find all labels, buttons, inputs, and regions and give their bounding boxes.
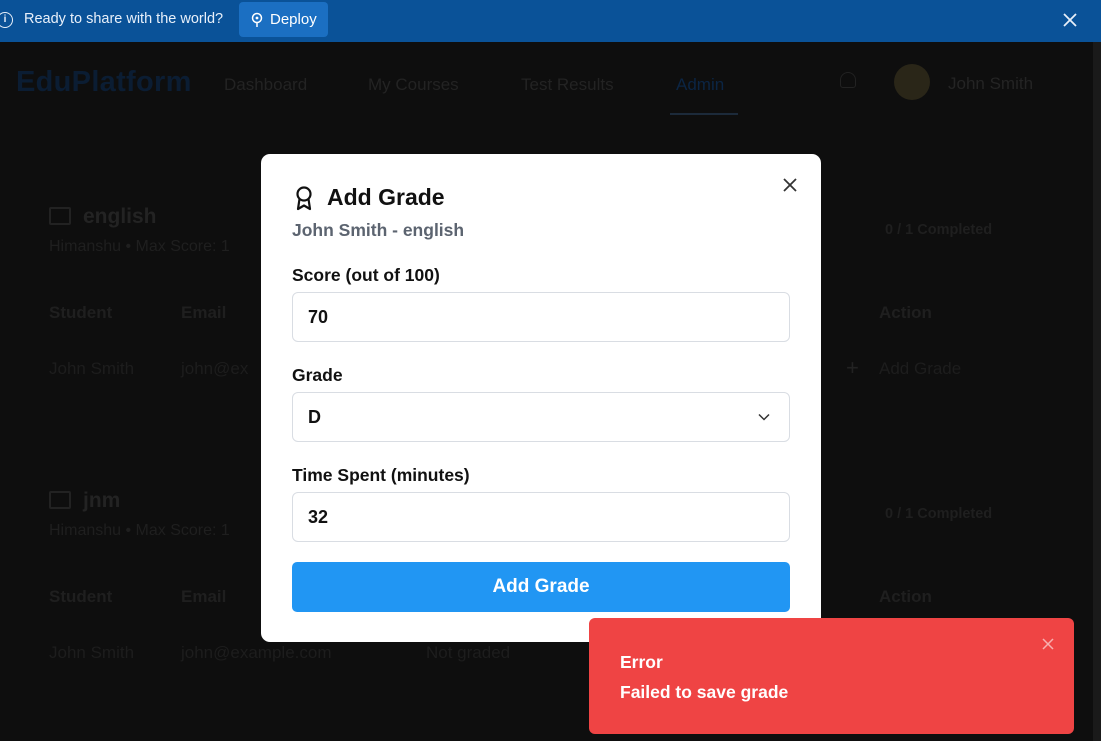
section-title: english [83, 205, 157, 228]
column-header-email: Email [181, 587, 227, 606]
bell-icon[interactable] [840, 72, 856, 88]
grade-status: Not graded [426, 643, 511, 662]
award-icon [296, 186, 312, 211]
column-header-student: Student [49, 303, 113, 322]
column-header-action: Action [879, 587, 932, 606]
student-email: john@example.com [181, 643, 332, 662]
add-grade-button[interactable]: Add Grade [292, 562, 790, 612]
deploy-banner: i Ready to share with the world? Deploy [0, 0, 1101, 42]
close-banner-icon[interactable] [1061, 11, 1079, 29]
toast-title: Error [620, 652, 663, 672]
nav-active-indicator [670, 113, 738, 115]
completed-count: 0 / 1 Completed [885, 506, 993, 522]
time-label: Time Spent (minutes) [292, 465, 470, 485]
close-icon[interactable] [781, 176, 799, 194]
banner-message: Ready to share with the world? [24, 11, 224, 27]
error-toast: Error Failed to save grade [589, 618, 1074, 734]
add-grade-dialog: Add Grade John Smith - english Score (ou… [261, 154, 821, 642]
score-input[interactable]: 70 [292, 292, 790, 342]
book-icon [49, 207, 71, 225]
student-email: john@ex [181, 359, 249, 378]
nav-admin[interactable]: Admin [676, 75, 724, 95]
user-name[interactable]: John Smith [948, 74, 1033, 94]
nav-test-results[interactable]: Test Results [521, 75, 614, 95]
app-logo[interactable]: EduPlatform [16, 66, 192, 99]
toast-message: Failed to save grade [620, 682, 789, 702]
column-header-email: Email [181, 303, 227, 322]
rocket-icon [251, 12, 263, 27]
time-value: 32 [308, 506, 329, 527]
deploy-label: Deploy [270, 11, 317, 28]
chevron-down-icon [758, 413, 770, 421]
dialog-subtitle: John Smith - english [292, 220, 465, 240]
time-input[interactable]: 32 [292, 492, 790, 542]
nav-my-courses[interactable]: My Courses [368, 75, 459, 95]
add-grade-link[interactable]: Add Grade [879, 359, 961, 379]
grade-select[interactable]: D [292, 392, 790, 442]
avatar[interactable] [894, 64, 930, 100]
plus-icon: + [846, 355, 859, 380]
book-icon [49, 491, 71, 509]
score-value: 70 [308, 306, 329, 327]
deploy-button[interactable]: Deploy [239, 2, 328, 37]
close-toast-icon[interactable] [1041, 637, 1055, 651]
column-header-action: Action [879, 303, 932, 322]
section-title: jnm [83, 489, 121, 512]
score-label: Score (out of 100) [292, 265, 440, 285]
grade-label: Grade [292, 365, 343, 385]
student-name: John Smith [49, 359, 135, 378]
completed-count: 0 / 1 Completed [885, 222, 993, 238]
section-subtitle: Himanshu • Max Score: 1 [49, 238, 230, 255]
dialog-title: Add Grade [327, 184, 445, 210]
nav-dashboard[interactable]: Dashboard [224, 75, 307, 95]
grade-value: D [308, 406, 321, 427]
column-header-student: Student [49, 587, 113, 606]
info-icon: i [0, 12, 13, 28]
section-subtitle: Himanshu • Max Score: 1 [49, 522, 230, 539]
scrollbar[interactable] [1093, 42, 1101, 741]
student-name: John Smith [49, 643, 135, 662]
